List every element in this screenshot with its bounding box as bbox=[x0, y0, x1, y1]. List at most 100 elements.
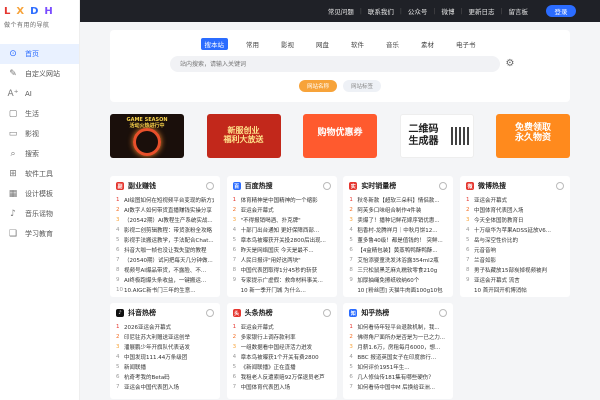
list-item[interactable]: 1 2026亚运会开幕式 bbox=[116, 322, 214, 332]
list-item[interactable]: 4 中国发现111.44万条级团 bbox=[116, 352, 214, 362]
sidebar-item-5[interactable]: ⌕ 搜索 bbox=[0, 144, 79, 164]
search-tab-4[interactable]: 软件 bbox=[347, 38, 368, 50]
list-item[interactable]: 10 10.AIGC新书门三年的生意... bbox=[116, 285, 214, 295]
list-item[interactable]: 4 影视二创剪辑教程：带货涨粉全攻略 bbox=[116, 225, 214, 235]
search-tab-7[interactable]: 电子书 bbox=[452, 38, 480, 50]
sidebar-item-2[interactable]: A⁺ AI bbox=[0, 84, 79, 104]
sidebar-item-6[interactable]: ⊞ 软件工具 bbox=[0, 164, 79, 184]
list-item[interactable]: 10 [粉丝团] 天猫牛肉面100g10包 bbox=[349, 285, 447, 295]
list-item[interactable]: 1 亚运会开幕式 bbox=[233, 322, 331, 332]
refresh-icon[interactable] bbox=[206, 182, 214, 190]
list-item[interactable]: 2 多家银行上调存款利率 bbox=[233, 332, 331, 342]
list-item[interactable]: 4 章本鸟被曝获1个开关有费2800 bbox=[233, 352, 331, 362]
list-item[interactable]: 9 专家提示广虚假：救命材料事关... bbox=[233, 275, 331, 285]
top-link-3[interactable]: 微博 bbox=[435, 6, 460, 16]
list-item[interactable]: 2 印尼驻苏大利赠送亚运创举 bbox=[116, 332, 214, 342]
list-item[interactable]: 3 月薪1.6万，房租每月6000，想... bbox=[349, 342, 447, 352]
list-item[interactable]: 7 亚运会中国代表团入场 bbox=[116, 382, 214, 392]
banner-game-season[interactable]: GAME SEASON 活动火热进行中 bbox=[110, 114, 184, 158]
list-item[interactable]: 6 元音音响 bbox=[466, 245, 564, 255]
refresh-icon[interactable] bbox=[322, 309, 331, 317]
sidebar-item-0[interactable]: ⊙ 首页 bbox=[0, 44, 79, 64]
list-item[interactable]: 7 如何看待中国中M 后换给亚洲... bbox=[349, 382, 447, 392]
list-item[interactable]: 1 秋冬新款【超软三朵料】情侣款... bbox=[349, 195, 447, 205]
list-item[interactable]: 2 亚运会开幕式 bbox=[233, 205, 331, 215]
search-settings-icon[interactable]: ⚙ bbox=[504, 58, 516, 70]
login-button[interactable]: 登录 bbox=[546, 5, 576, 17]
top-link-0[interactable]: 常见问题 bbox=[322, 6, 360, 16]
list-item[interactable]: 6 几人修仙传181集有哪些硬伤？ bbox=[349, 372, 447, 382]
search-tab-2[interactable]: 影视 bbox=[277, 38, 298, 50]
list-item[interactable]: 3 潘展鹏少年开旗队代表话发 bbox=[116, 342, 214, 352]
list-item[interactable]: 2 中国体育代表团入场 bbox=[466, 205, 564, 215]
list-item[interactable]: 1 亚运会开幕式 bbox=[466, 195, 564, 205]
sidebar-item-7[interactable]: ▦ 设计模板 bbox=[0, 184, 79, 204]
sidebar-item-3[interactable]: ▢ 生活 bbox=[0, 104, 79, 124]
list-item[interactable]: 3 今天全体国防教育日 bbox=[466, 215, 564, 225]
list-item[interactable]: 1 如何看待年轻平台退款机制，我... bbox=[349, 322, 447, 332]
list-item[interactable]: 4 BBC 报道英国女子在印度旅行... bbox=[349, 352, 447, 362]
list-item[interactable]: 5 董多鲁40级！都是值钱的！ 突鲜... bbox=[349, 235, 447, 245]
list-item[interactable]: 10 新一季开门城 为什么... bbox=[233, 285, 331, 295]
list-item[interactable]: 8 视频号AI爆品带货，不露脸、不... bbox=[116, 265, 214, 275]
list-item[interactable]: 4 十部门出台通知 更好保障西部... bbox=[233, 225, 331, 235]
list-item[interactable]: 4 稻香村-龙腾祥月｜中秋月饼12... bbox=[349, 225, 447, 235]
search-tab-6[interactable]: 素材 bbox=[417, 38, 438, 50]
list-item[interactable]: 7 艾怡添婴童洗发沐浴露354ml2瓶 bbox=[349, 255, 447, 265]
list-item[interactable]: 5 如何评价1951年生... bbox=[349, 362, 447, 372]
sidebar-item-9[interactable]: ❑ 学习教育 bbox=[0, 224, 79, 244]
list-item[interactable]: 2 阿芙多口味组合制作4件装 bbox=[349, 205, 447, 215]
refresh-icon[interactable] bbox=[555, 182, 564, 190]
list-item[interactable]: 9 亚运会开幕式 流言 bbox=[466, 275, 564, 285]
list-item[interactable]: 8 中国代表团取得1分45秒的斩获 bbox=[233, 265, 331, 275]
list-item[interactable]: 7 人民日报评"用好这两块" bbox=[233, 255, 331, 265]
banner-new-server[interactable]: 新服创业 福利大放送 bbox=[206, 114, 281, 158]
refresh-icon[interactable] bbox=[322, 182, 331, 190]
list-item[interactable]: 9 加厚抽绳免擦纸收纳60个 bbox=[349, 275, 447, 285]
banner-coupons[interactable]: 购物优惠券 bbox=[303, 114, 377, 158]
search-tab-3[interactable]: 网盘 bbox=[312, 38, 333, 50]
list-item[interactable]: 10 首开回开机博消帖 bbox=[466, 285, 564, 295]
sidebar-item-8[interactable]: ♪ 音乐谣物 bbox=[0, 204, 79, 224]
list-item[interactable]: 5 影视手法搬运教学，手法配合Chat... bbox=[116, 235, 214, 245]
refresh-icon[interactable] bbox=[206, 309, 214, 317]
top-link-2[interactable]: 公众号 bbox=[402, 6, 434, 16]
list-item[interactable]: 9 AI终极跑爆头条收益，一键搬运... bbox=[116, 275, 214, 285]
list-item[interactable]: 7 （20540期）试问把每天几分钟做... bbox=[116, 255, 214, 265]
list-item[interactable]: 3 （20542期）AI教程生产系统实战... bbox=[116, 215, 214, 225]
sidebar-item-1[interactable]: ✎ 自定义网站 bbox=[0, 64, 79, 84]
scope-site-name-button[interactable]: 网站名称 bbox=[298, 80, 337, 92]
list-item[interactable]: 7 兰音如影 bbox=[466, 255, 564, 265]
list-item[interactable]: 5 新闻联播 bbox=[116, 362, 214, 372]
top-link-4[interactable]: 更新日志 bbox=[462, 6, 500, 16]
refresh-icon[interactable] bbox=[439, 309, 448, 317]
top-link-1[interactable]: 联系我们 bbox=[362, 6, 400, 16]
sidebar-item-4[interactable]: ▭ 影视 bbox=[0, 124, 79, 144]
list-item[interactable]: 6 杭奇考我的Beta码 bbox=[116, 372, 214, 382]
search-tab-0[interactable]: 搜本站 bbox=[200, 38, 228, 50]
search-tab-1[interactable]: 常用 bbox=[242, 38, 263, 50]
list-item[interactable]: 3 卖爆了！播种记鲜花嫁序销优惠... bbox=[349, 215, 447, 225]
list-item[interactable]: 2 AI数字人如何带货直播赚钱实操分享 bbox=[116, 205, 214, 215]
top-link-5[interactable]: 留言板 bbox=[503, 6, 535, 16]
list-item[interactable]: 6 昨天是网络国庆 今天是最不... bbox=[233, 245, 331, 255]
list-item[interactable]: 1 体育精神是中国精神的一个缩影 bbox=[233, 195, 331, 205]
list-item[interactable]: 6 抖音大咖一帧也没让我失望的教程 bbox=[116, 245, 214, 255]
list-item[interactable]: 6 我租老人反遭索赔92万保退员老芦 bbox=[233, 372, 331, 382]
refresh-icon[interactable] bbox=[439, 182, 448, 190]
list-item[interactable]: 5 章本鸟被曝获开关投2800后出现... bbox=[233, 235, 331, 245]
search-input[interactable] bbox=[170, 56, 500, 72]
list-item[interactable]: 7 中国体育代表团入场 bbox=[233, 382, 331, 392]
search-tab-5[interactable]: 音乐 bbox=[382, 38, 403, 50]
list-item[interactable]: 1 AI绘图如何在短视频平台变现的新方式 bbox=[116, 195, 214, 205]
banner-free-resources[interactable]: 免费领取 永久物资 bbox=[496, 114, 570, 158]
list-item[interactable]: 5 《新闻联播》正在直播 bbox=[233, 362, 331, 372]
list-item[interactable]: 3 一组数据看中国经济活力迸发 bbox=[233, 342, 331, 352]
list-item[interactable]: 8 三只松鼠黑芝麻丸糯软零食210g bbox=[349, 265, 447, 275]
list-item[interactable]: 8 男子私藏放15部炭掉视频被判 bbox=[466, 265, 564, 275]
list-item[interactable]: 3 "不得报销喝酒、扑克牌" bbox=[233, 215, 331, 225]
banner-qr-generator[interactable]: 二维码 生成器 bbox=[399, 114, 474, 158]
scope-site-tag-button[interactable]: 网站标签 bbox=[343, 80, 382, 92]
list-item[interactable]: 6 【4盒精包装】黄蒸鸭鸭酥鸭酥... bbox=[349, 245, 447, 255]
list-item[interactable]: 2 佛得角尸面所办是否是为一已之力... bbox=[349, 332, 447, 342]
